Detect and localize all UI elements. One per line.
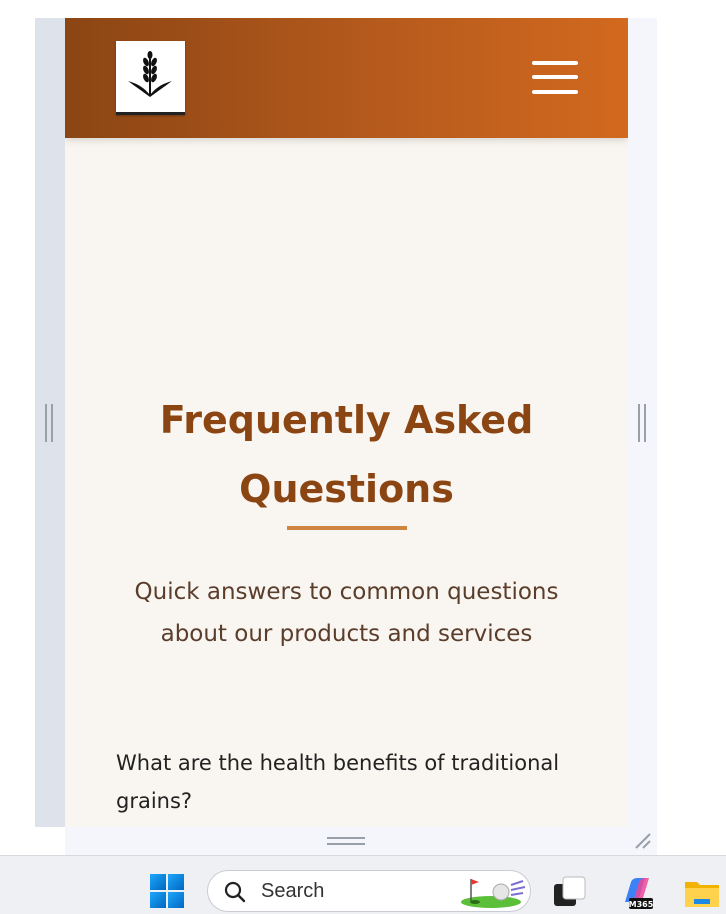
m365-copilot-icon[interactable]: M365 bbox=[619, 874, 655, 910]
resize-handle-left[interactable] bbox=[45, 404, 53, 442]
site-logo[interactable] bbox=[116, 41, 185, 115]
faq-title: Frequently Asked Questions bbox=[159, 398, 534, 511]
m365-badge: M365 bbox=[629, 900, 654, 909]
site-header bbox=[65, 18, 628, 138]
search-placeholder: Search bbox=[261, 880, 325, 902]
resize-corner-icon[interactable] bbox=[632, 830, 652, 850]
search-icon bbox=[224, 881, 246, 903]
taskbar: Search M365 bbox=[0, 855, 726, 914]
faq-question[interactable]: What are the health benefits of traditio… bbox=[116, 744, 576, 820]
page-viewport: Frequently Asked Questions Quick answers… bbox=[65, 18, 628, 827]
hamburger-menu-icon[interactable] bbox=[532, 61, 578, 94]
logo-footer-bar bbox=[116, 112, 185, 115]
faq-subtitle: Quick answers to common questions about … bbox=[134, 579, 559, 647]
resize-handle-bottom[interactable] bbox=[327, 837, 365, 845]
windows-start-icon[interactable] bbox=[150, 874, 184, 908]
task-view-icon[interactable] bbox=[552, 874, 588, 910]
resize-handle-right[interactable] bbox=[638, 404, 646, 442]
golf-search-highlight bbox=[461, 879, 526, 908]
title-divider bbox=[287, 526, 407, 530]
file-explorer-icon[interactable] bbox=[684, 874, 720, 910]
wheat-icon bbox=[128, 51, 172, 97]
taskbar-search-box[interactable]: Search bbox=[207, 870, 531, 912]
